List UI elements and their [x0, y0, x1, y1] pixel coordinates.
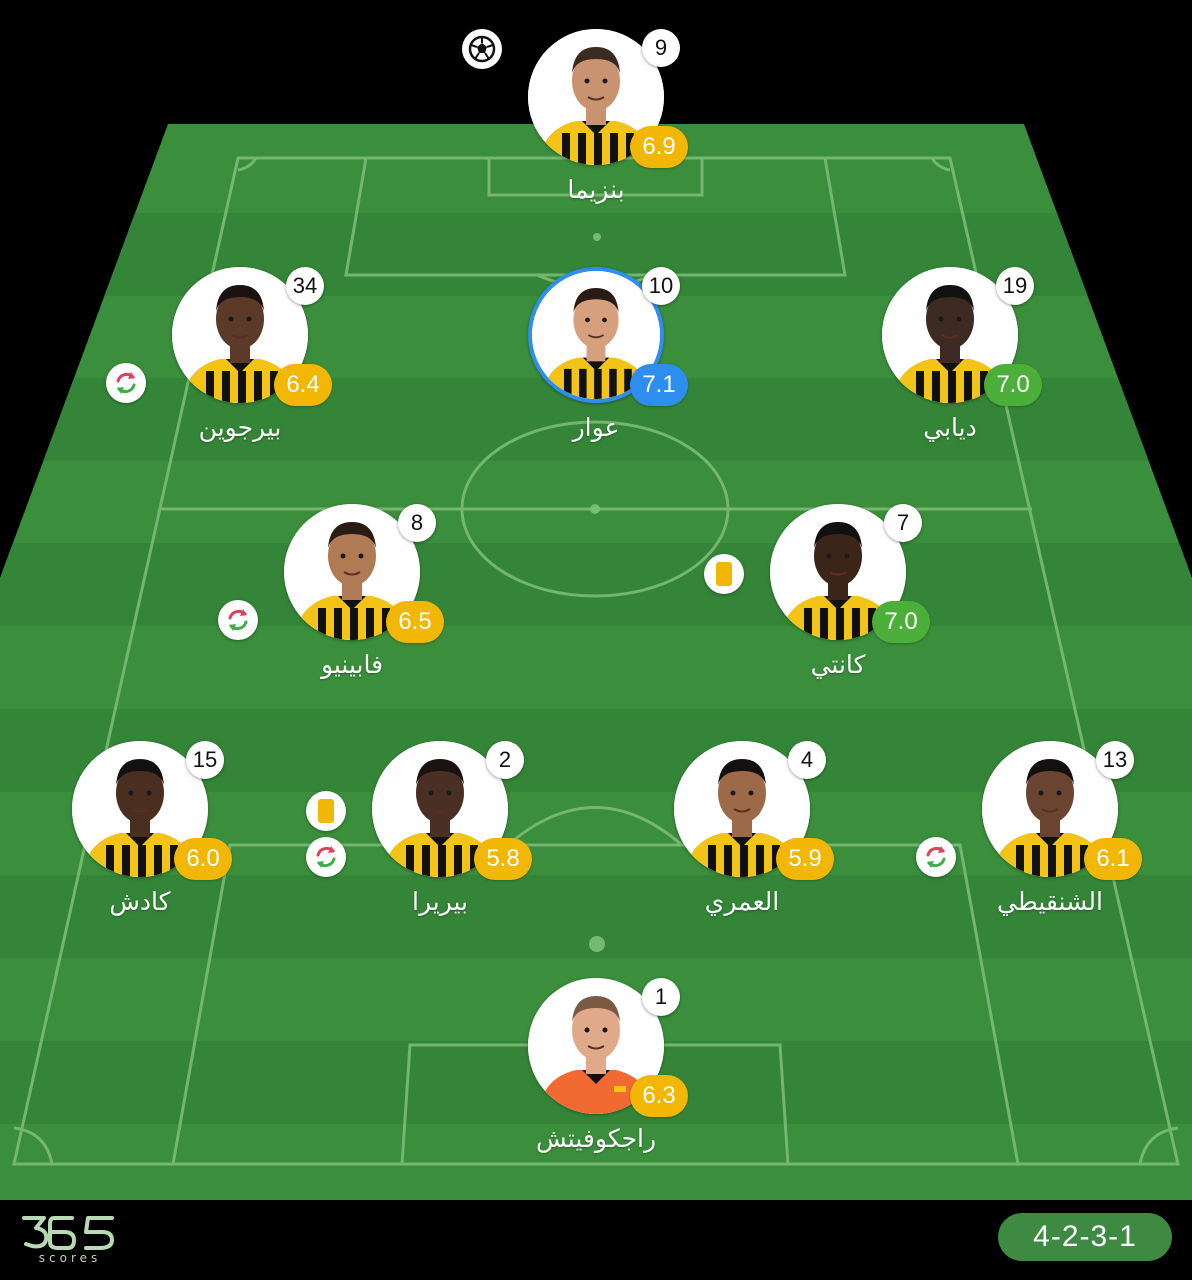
brand-logo: scores	[22, 1216, 114, 1264]
shirt-number-badge: 9	[642, 29, 680, 67]
player-name: فابينيو	[320, 650, 384, 679]
player-rating-badge: 5.8	[474, 838, 532, 880]
player-name: كانتي	[810, 650, 866, 679]
shirt-number-badge: 19	[996, 267, 1034, 305]
player-rating-badge: 6.5	[386, 601, 444, 643]
player-rating-badge: 6.0	[174, 838, 232, 880]
player-name: بيريرا	[412, 887, 468, 916]
yellow-card-icon	[306, 791, 346, 831]
player-card[interactable]: 15 6.0 كادش	[20, 741, 260, 916]
shirt-number-badge: 10	[642, 267, 680, 305]
player-card[interactable]: 10 7.1 عوار	[476, 267, 716, 442]
player-rating-badge: 6.9	[630, 126, 688, 168]
shirt-number-badge: 2	[486, 741, 524, 779]
substitution-icon	[218, 600, 258, 640]
player-name: كادش	[109, 887, 171, 916]
player-name: بيرجوين	[198, 413, 282, 442]
player-card[interactable]: 13 6.1 الشنقيطي	[916, 741, 1170, 916]
player-name: بنزيما	[567, 175, 625, 204]
goal-icon	[462, 29, 502, 69]
shirt-number-badge: 7	[884, 504, 922, 542]
player-card[interactable]: 4 5.9 العمري	[622, 741, 862, 916]
player-card[interactable]: 8 6.5 فابينيو	[218, 504, 472, 679]
player-name: راجكوفيتش	[535, 1124, 657, 1153]
player-card[interactable]: 19 7.0 ديابي	[830, 267, 1070, 442]
player-rating-badge: 7.1	[630, 364, 688, 406]
player-rating-badge: 7.0	[872, 601, 930, 643]
shirt-number-badge: 8	[398, 504, 436, 542]
player-rating-badge: 5.9	[776, 838, 834, 880]
player-card[interactable]: 9 6.9 بنزيما	[462, 29, 716, 204]
yellow-card-icon	[704, 554, 744, 594]
shirt-number-badge: 13	[1096, 741, 1134, 779]
brand-subtext: scores	[39, 1251, 102, 1264]
player-card[interactable]: 34 6.4 بيرجوين	[106, 267, 360, 442]
player-name: عوار	[572, 413, 620, 442]
shirt-number-badge: 4	[788, 741, 826, 779]
shirt-number-badge: 15	[186, 741, 224, 779]
shirt-number-badge: 1	[642, 978, 680, 1016]
player-name: ديابي	[923, 413, 977, 442]
player-rating-badge: 6.4	[274, 364, 332, 406]
formation-label: 4-2-3-1	[998, 1213, 1172, 1261]
player-rating-badge: 6.1	[1084, 838, 1142, 880]
player-card[interactable]: 1 6.3 راجكوفيتش	[476, 978, 716, 1153]
player-name: العمري	[704, 887, 780, 916]
substitution-icon	[916, 837, 956, 877]
substitution-icon	[306, 837, 346, 877]
player-name: الشنقيطي	[997, 887, 1103, 916]
player-card[interactable]: 2 5.8 بيريرا	[306, 741, 560, 916]
substitution-icon	[106, 363, 146, 403]
player-card[interactable]: 7 7.0 كانتي	[704, 504, 958, 679]
player-rating-badge: 6.3	[630, 1075, 688, 1117]
shirt-number-badge: 34	[286, 267, 324, 305]
player-rating-badge: 7.0	[984, 364, 1042, 406]
